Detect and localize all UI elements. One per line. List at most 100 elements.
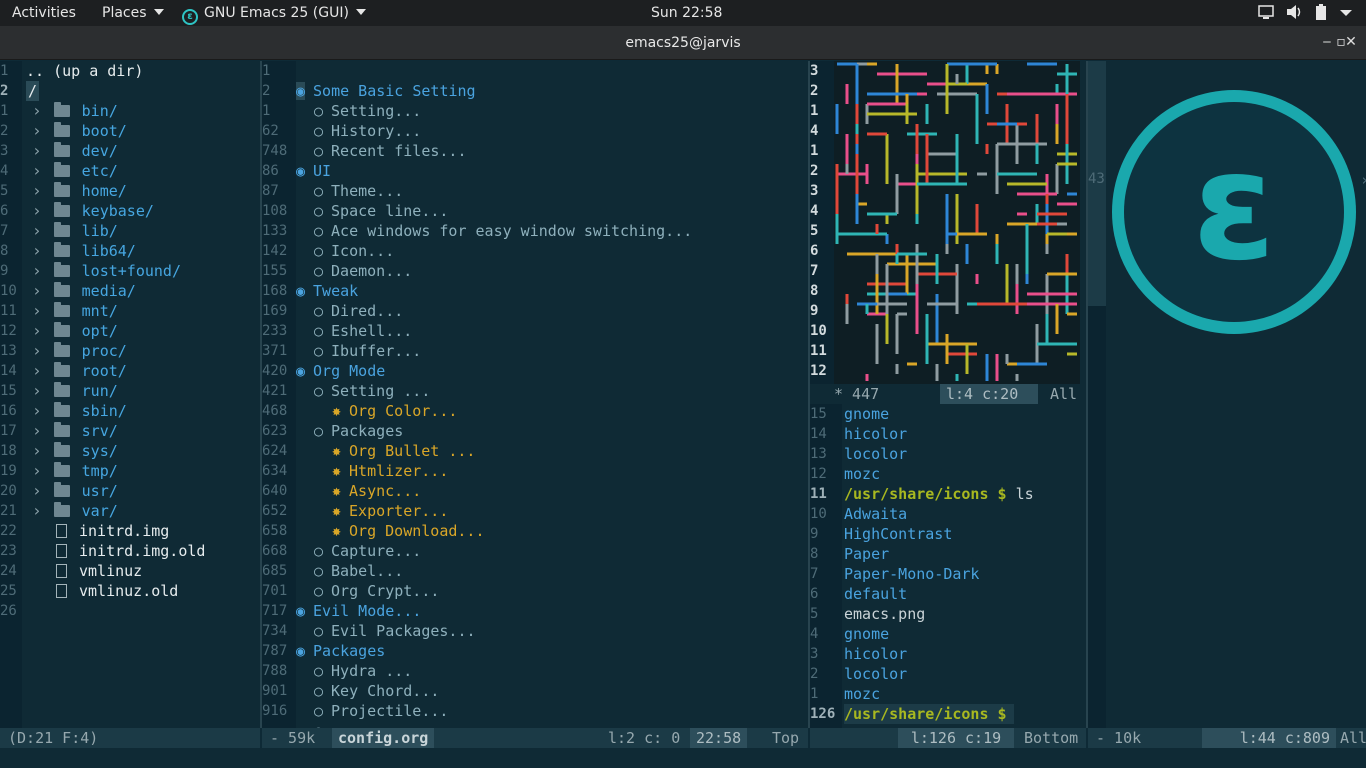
image-pane[interactable]: 3 2 1 4 1 2 3 4 5 6 7 8 9 10 11 12 <box>810 61 1086 384</box>
org-heading[interactable]: ✸ Org Download... <box>332 521 485 541</box>
org-heading[interactable]: ○ Space line... <box>314 201 448 221</box>
org-heading[interactable]: ○ Setting... <box>314 101 421 121</box>
ls-output-entry: locolor <box>844 445 908 463</box>
config-org-pane[interactable]: 1 2 ◉ Some Basic Setting 1 ○ Setting... 62 ○ Hist… <box>262 61 808 728</box>
org-heading[interactable]: ○ Babel... <box>314 561 403 581</box>
directory-row[interactable]: › mnt/ <box>32 301 118 321</box>
org-heading[interactable]: ◉ Some Basic Setting <box>296 81 476 101</box>
directory-row[interactable]: › bin/ <box>32 101 118 121</box>
chevron-right-icon[interactable]: › <box>32 501 42 520</box>
org-heading[interactable]: ○ Icon... <box>314 241 394 261</box>
file-row[interactable]: vmlinuz <box>56 561 142 581</box>
chevron-right-icon[interactable]: › <box>32 261 42 280</box>
org-heading[interactable]: ○ Evil Packages... <box>314 621 476 641</box>
directory-row[interactable]: › lib/ <box>32 221 118 241</box>
org-heading[interactable]: ○ Ibuffer... <box>314 341 421 361</box>
org-heading[interactable]: ◉ Org Mode <box>296 361 385 381</box>
org-heading[interactable]: ◉ UI <box>296 161 331 181</box>
directory-row[interactable]: › usr/ <box>32 481 118 501</box>
chevron-right-icon[interactable]: › <box>32 461 42 480</box>
org-heading[interactable]: ○ Theme... <box>314 181 403 201</box>
system-tray[interactable] <box>1258 4 1358 22</box>
dired-pane[interactable]: 1 2 1 2 3 4 5 6 7 8 9 10 11 12 13 14 15 16 17 18 19 20 21 22 23 2… <box>0 61 260 728</box>
directory-row[interactable]: › keybase/ <box>32 201 154 221</box>
chevron-right-icon[interactable]: › <box>32 181 42 200</box>
directory-row[interactable]: › tmp/ <box>32 461 118 481</box>
directory-row[interactable]: › media/ <box>32 281 136 301</box>
org-heading-text: Async... <box>349 482 422 500</box>
directory-row[interactable]: › sbin/ <box>32 401 127 421</box>
chevron-right-icon[interactable]: › <box>32 421 42 440</box>
directory-row[interactable]: › srv/ <box>32 421 118 441</box>
chevron-right-icon[interactable]: › <box>32 281 42 300</box>
chevron-right-icon[interactable]: › <box>32 301 42 320</box>
org-heading[interactable]: ○ Hydra ... <box>314 661 412 681</box>
chevron-right-icon[interactable]: › <box>32 441 42 460</box>
chevron-right-icon[interactable]: › <box>32 321 42 340</box>
org-heading[interactable]: ✸ Org Color... <box>332 401 457 421</box>
file-row[interactable]: vmlinuz.old <box>56 581 178 601</box>
activities-button[interactable]: Activities <box>12 4 76 22</box>
org-heading[interactable]: ◉ Tweak <box>296 281 358 301</box>
chevron-right-icon[interactable]: › <box>32 401 42 420</box>
org-heading[interactable]: ○ Recent files... <box>314 141 467 161</box>
parent-dir-link[interactable]: .. (up a dir) <box>26 61 143 81</box>
directory-row[interactable]: › sys/ <box>32 441 118 461</box>
directory-row[interactable]: › var/ <box>32 501 118 521</box>
file-row[interactable]: initrd.img <box>56 521 169 541</box>
org-heading[interactable]: ○ History... <box>314 121 421 141</box>
chevron-right-icon[interactable]: › <box>32 221 42 240</box>
shell-prompt-line[interactable]: /usr/share/icons $ ls <box>844 484 1034 504</box>
directory-row[interactable]: › home/ <box>32 181 127 201</box>
chevron-right-icon[interactable]: › <box>32 241 42 260</box>
minibuffer[interactable] <box>0 748 1366 768</box>
line-number: 916 <box>262 703 288 719</box>
org-heading[interactable]: ○ Key Chord... <box>314 681 439 701</box>
close-button[interactable]: ✕ <box>1342 33 1360 51</box>
clock[interactable]: Sun 22:58 <box>651 4 722 22</box>
org-heading[interactable]: ○ Projectile... <box>314 701 448 721</box>
chevron-right-icon[interactable]: › <box>32 101 42 120</box>
org-heading[interactable]: ◉ Evil Mode... <box>296 601 421 621</box>
chevron-right-icon[interactable]: › <box>32 161 42 180</box>
line-number: 7 <box>0 223 9 239</box>
org-heading[interactable]: ✸ Htmlizer... <box>332 461 448 481</box>
ls-output-entry: gnome <box>844 625 890 643</box>
org-heading[interactable]: ✸ Async... <box>332 481 421 501</box>
org-heading[interactable]: ○ Daemon... <box>314 261 412 281</box>
directory-row[interactable]: › proc/ <box>32 341 127 361</box>
org-heading[interactable]: ○ Capture... <box>314 541 421 561</box>
org-heading[interactable]: ○ Setting ... <box>314 381 430 401</box>
org-heading[interactable]: ○ Packages <box>314 421 403 441</box>
org-heading[interactable]: ○ Eshell... <box>314 321 412 341</box>
directory-row[interactable]: › etc/ <box>32 161 118 181</box>
line-number: 624 <box>262 443 288 459</box>
shell-prompt-line[interactable]: /usr/share/icons $ <box>844 704 1014 724</box>
org-heading[interactable]: ◉ Packages <box>296 641 385 661</box>
org-heading[interactable]: ✸ Org Bullet ... <box>332 441 475 461</box>
org-heading[interactable]: ○ Dired... <box>314 301 403 321</box>
chevron-right-icon[interactable]: › <box>32 141 42 160</box>
org-bullet-icon: ✸ <box>332 462 342 480</box>
directory-row[interactable]: › lost+found/ <box>32 261 181 281</box>
directory-row[interactable]: › root/ <box>32 361 127 381</box>
chevron-right-icon[interactable]: › <box>32 481 42 500</box>
chevron-right-icon[interactable]: › <box>32 361 42 380</box>
directory-row[interactable]: › opt/ <box>32 321 118 341</box>
file-row[interactable]: initrd.img.old <box>56 541 205 561</box>
org-heading[interactable]: ○ Org Crypt... <box>314 581 439 601</box>
directory-row[interactable]: › run/ <box>32 381 118 401</box>
directory-row[interactable]: › lib64/ <box>32 241 136 261</box>
eshell-pane[interactable]: 15 gnome 14 hicolor 13 locolor 12 mozc 11/usr/sh… <box>810 404 1086 728</box>
chevron-right-icon[interactable]: › <box>32 121 42 140</box>
logo-image-pane[interactable]: 43 ε › <box>1088 61 1366 728</box>
app-menu[interactable]: ε GNU Emacs 25 (GUI) <box>182 4 366 25</box>
chevron-right-icon[interactable]: › <box>32 341 42 360</box>
directory-row[interactable]: › dev/ <box>32 141 118 161</box>
org-heading[interactable]: ✸ Exporter... <box>332 501 448 521</box>
places-menu[interactable]: Places <box>102 4 164 22</box>
directory-row[interactable]: › boot/ <box>32 121 127 141</box>
org-heading[interactable]: ○ Ace windows for easy window switching..… <box>314 221 692 241</box>
chevron-right-icon[interactable]: › <box>32 201 42 220</box>
chevron-right-icon[interactable]: › <box>32 381 42 400</box>
